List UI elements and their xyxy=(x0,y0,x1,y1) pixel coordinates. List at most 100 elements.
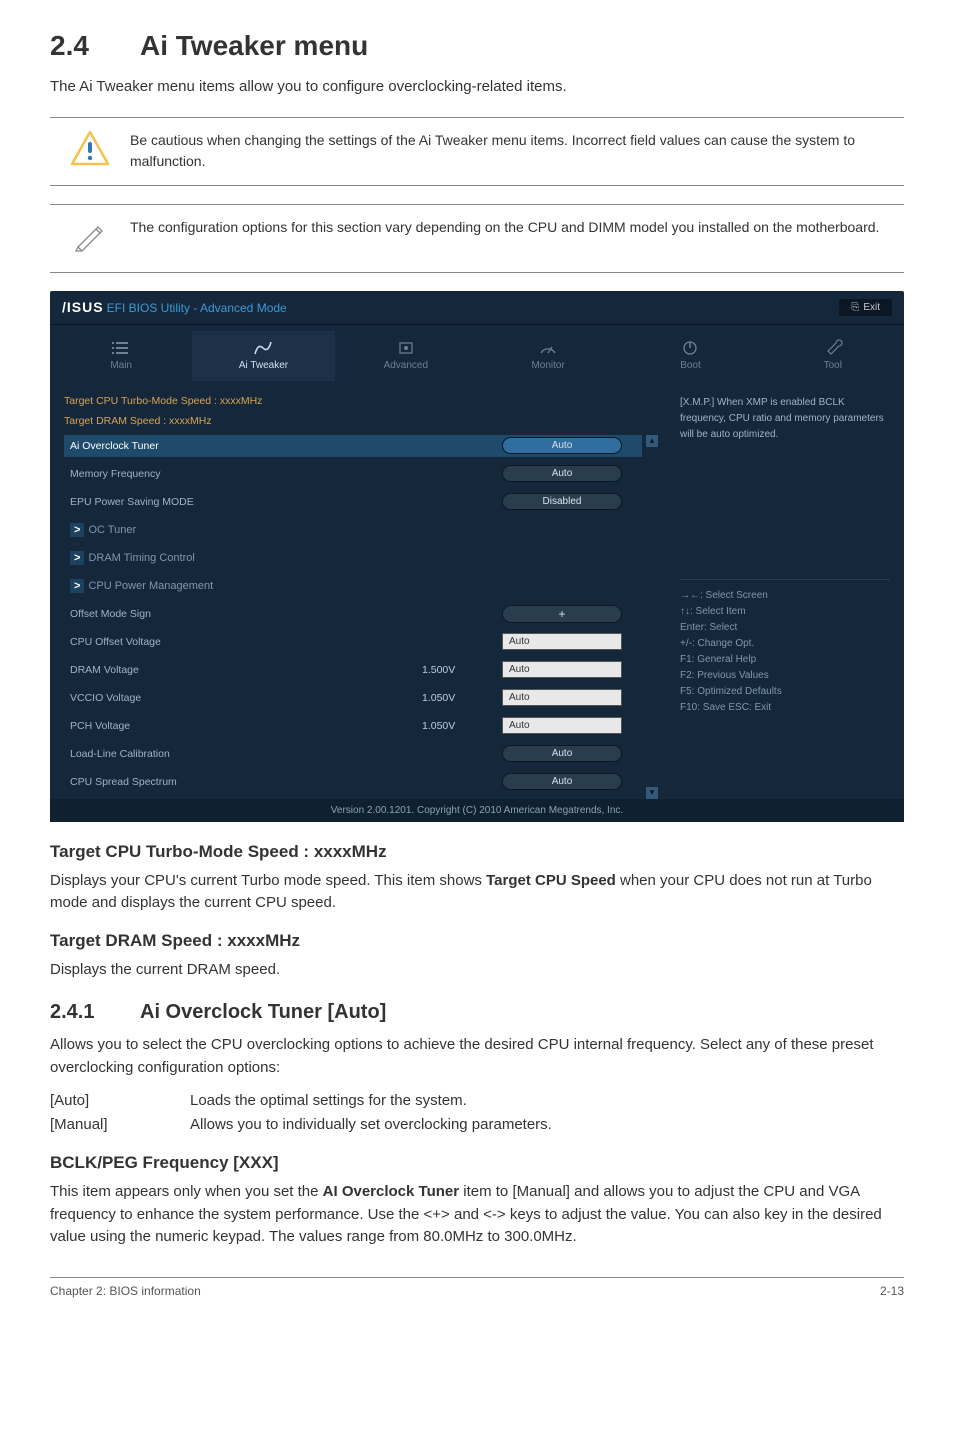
bios-subtitle: EFI BIOS Utility - Advanced Mode xyxy=(107,301,287,315)
warning-icon xyxy=(70,130,130,173)
tab-tool[interactable]: Tool xyxy=(762,331,904,381)
tab-boot[interactable]: Boot xyxy=(619,331,761,381)
section-title: 2.4Ai Tweaker menu xyxy=(50,30,904,62)
row-label: Memory Frequency xyxy=(64,465,422,483)
bios-body: Target CPU Turbo-Mode Speed : xxxxMHz Ta… xyxy=(50,381,904,799)
page-footer: Chapter 2: BIOS information 2-13 xyxy=(50,1277,904,1298)
para: This item appears only when you set the … xyxy=(50,1181,904,1249)
row-cpu-spread-spectrum[interactable]: CPU Spread Spectrum Auto xyxy=(64,771,642,793)
list-icon xyxy=(54,339,188,357)
note-callout: The configuration options for this secti… xyxy=(50,204,904,273)
bold-text: Target CPU Speed xyxy=(486,872,616,889)
tab-monitor[interactable]: Monitor xyxy=(477,331,619,381)
value-input[interactable]: Auto xyxy=(502,717,622,734)
bios-tab-bar: Main Ai Tweaker Advanced Monitor Boot To… xyxy=(50,324,904,381)
dropdown-button[interactable]: Auto xyxy=(502,465,622,482)
row-label: DRAM Voltage xyxy=(64,661,422,679)
current-value: 1.050V xyxy=(422,692,502,704)
dropdown-button[interactable]: Auto xyxy=(502,437,622,454)
row-label: CPU Spread Spectrum xyxy=(64,773,422,791)
row-label: VCCIO Voltage xyxy=(64,689,422,707)
row-memory-frequency[interactable]: Memory Frequency Auto xyxy=(64,463,642,485)
dropdown-button[interactable]: Disabled xyxy=(502,493,622,510)
row-label: EPU Power Saving MODE xyxy=(64,493,422,511)
dropdown-button[interactable]: + xyxy=(502,605,622,623)
row-label: PCH Voltage xyxy=(64,717,422,735)
option-desc: Loads the optimal settings for the syste… xyxy=(190,1089,467,1113)
option-desc: Allows you to individually set overclock… xyxy=(190,1113,552,1137)
value-input[interactable]: Auto xyxy=(502,661,622,678)
row-label: Ai Overclock Tuner xyxy=(64,437,422,455)
help-text: [X.M.P.] When XMP is enabled BCLK freque… xyxy=(680,395,890,459)
exit-icon: ⎘ xyxy=(851,302,859,313)
option-key: [Manual] xyxy=(50,1113,190,1137)
bios-titlebar: /ISUS EFI BIOS Utility - Advanced Mode ⎘… xyxy=(50,291,904,324)
para: Displays the current DRAM speed. xyxy=(50,959,904,982)
row-label: >DRAM Timing Control xyxy=(64,549,642,567)
legend-line: F5: Optimized Defaults xyxy=(680,684,890,700)
performance-icon xyxy=(196,339,330,357)
row-cpu-offset-voltage[interactable]: CPU Offset Voltage Auto xyxy=(64,631,642,653)
row-cpu-power-management[interactable]: >CPU Power Management xyxy=(64,575,642,597)
expand-icon: > xyxy=(70,579,84,593)
tab-label: Monitor xyxy=(481,360,615,371)
current-value: 1.500V xyxy=(422,664,502,676)
legend-line: +/-: Change Opt. xyxy=(680,636,890,652)
bold-text: AI Overclock Tuner xyxy=(323,1183,459,1200)
row-epu-power-saving[interactable]: EPU Power Saving MODE Disabled xyxy=(64,491,642,513)
warning-text: Be cautious when changing the settings o… xyxy=(130,130,904,172)
scrollbar[interactable]: ▴ ▾ xyxy=(646,435,660,799)
tab-label: Advanced xyxy=(339,360,473,371)
option-row: [Manual] Allows you to individually set … xyxy=(50,1113,904,1137)
option-row: [Auto] Loads the optimal settings for th… xyxy=(50,1089,904,1113)
bios-main-pane: Target CPU Turbo-Mode Speed : xxxxMHz Ta… xyxy=(50,381,674,799)
bios-title: /ISUS EFI BIOS Utility - Advanced Mode xyxy=(62,299,287,315)
subsection-number: 2.4.1 xyxy=(50,1001,140,1024)
row-dram-voltage[interactable]: DRAM Voltage 1.500V Auto xyxy=(64,659,642,681)
sub-heading-target-dram: Target DRAM Speed : xxxxMHz xyxy=(50,931,904,951)
legend-line: F2: Previous Values xyxy=(680,668,890,684)
legend-line: Enter: Select xyxy=(680,620,890,636)
sub-heading-target-cpu: Target CPU Turbo-Mode Speed : xxxxMHz xyxy=(50,842,904,862)
legend-line: ↑↓: Select Item xyxy=(680,604,890,620)
row-label: Offset Mode Sign xyxy=(64,605,422,623)
footer-chapter: Chapter 2: BIOS information xyxy=(50,1284,201,1298)
key-legend: →←: Select Screen ↑↓: Select Item Enter:… xyxy=(680,579,890,716)
target-dram-speed-label: Target DRAM Speed : xxxxMHz xyxy=(64,415,660,427)
row-label: CPU Offset Voltage xyxy=(64,633,422,651)
para: Displays your CPU's current Turbo mode s… xyxy=(50,870,904,915)
section-number: 2.4 xyxy=(50,30,140,62)
gauge-icon xyxy=(481,339,615,357)
tab-advanced[interactable]: Advanced xyxy=(335,331,477,381)
target-cpu-speed-label: Target CPU Turbo-Mode Speed : xxxxMHz xyxy=(64,395,660,407)
exit-button[interactable]: ⎘ Exit xyxy=(839,299,892,316)
row-vccio-voltage[interactable]: VCCIO Voltage 1.050V Auto xyxy=(64,687,642,709)
dropdown-button[interactable]: Auto xyxy=(502,773,622,790)
row-label: >CPU Power Management xyxy=(64,577,642,595)
bios-brand: /ISUS xyxy=(62,299,104,315)
tab-main[interactable]: Main xyxy=(50,331,192,381)
chip-icon xyxy=(339,339,473,357)
footer-page-number: 2-13 xyxy=(880,1284,904,1298)
row-label: >OC Tuner xyxy=(64,521,642,539)
row-ai-overclock-tuner[interactable]: Ai Overclock Tuner Auto xyxy=(64,435,642,457)
value-input[interactable]: Auto xyxy=(502,633,622,650)
row-dram-timing-control[interactable]: >DRAM Timing Control xyxy=(64,547,642,569)
scroll-up-icon[interactable]: ▴ xyxy=(646,435,658,447)
para: Allows you to select the CPU overclockin… xyxy=(50,1034,904,1079)
row-pch-voltage[interactable]: PCH Voltage 1.050V Auto xyxy=(64,715,642,737)
row-load-line-calibration[interactable]: Load-Line Calibration Auto xyxy=(64,743,642,765)
legend-line: F1: General Help xyxy=(680,652,890,668)
sub-heading-bclk: BCLK/PEG Frequency [XXX] xyxy=(50,1153,904,1173)
row-offset-mode-sign[interactable]: Offset Mode Sign + xyxy=(64,603,642,625)
tab-ai-tweaker[interactable]: Ai Tweaker xyxy=(192,331,334,381)
subsection-name: Ai Overclock Tuner [Auto] xyxy=(140,1001,386,1023)
expand-icon: > xyxy=(70,523,84,537)
option-key: [Auto] xyxy=(50,1089,190,1113)
option-list: [Auto] Loads the optimal settings for th… xyxy=(50,1089,904,1137)
value-input[interactable]: Auto xyxy=(502,689,622,706)
dropdown-button[interactable]: Auto xyxy=(502,745,622,762)
tab-label: Tool xyxy=(766,360,900,371)
scroll-down-icon[interactable]: ▾ xyxy=(646,787,658,799)
row-oc-tuner[interactable]: >OC Tuner xyxy=(64,519,642,541)
